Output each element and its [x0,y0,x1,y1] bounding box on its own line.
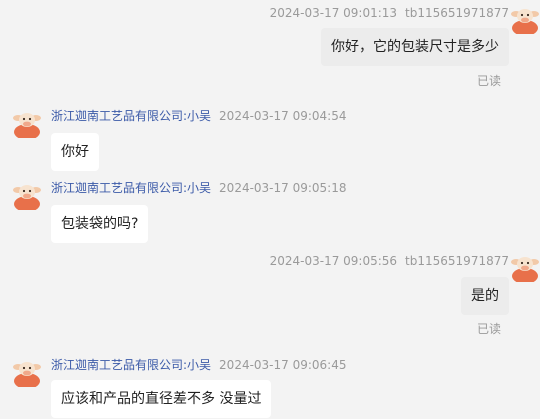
message-time: 2024-03-17 09:05:56 [269,254,398,268]
message-bubble[interactable]: 应该和产品的直径差不多 没量过 [51,380,272,418]
chat-window: 2024-03-17 09:01:13 tb115651971877 你好，它的包… [0,0,540,419]
message-sender: tb115651971877 [405,6,509,20]
message-meta: 浙江迦南工艺品有限公司:小吴 2024-03-17 09:05:18 [51,180,355,196]
message-meta: 2024-03-17 09:01:13 tb115651971877 [270,5,509,21]
message-time: 2024-03-17 09:06:45 [219,358,347,372]
message-meta: 2024-03-17 09:05:56 tb115651971877 [270,253,509,269]
message-time: 2024-03-17 09:04:54 [219,109,347,123]
read-status: 已读 [476,74,501,88]
cartoon-cow-avatar-icon[interactable] [510,252,540,282]
cartoon-cow-avatar-icon[interactable] [12,108,42,138]
cartoon-cow-avatar-icon[interactable] [12,180,42,210]
cartoon-cow-avatar-icon[interactable] [510,4,540,34]
cartoon-cow-avatar-icon[interactable] [12,357,42,387]
message-sender: 浙江迦南工艺品有限公司:小吴 [51,109,212,123]
message-sender: 浙江迦南工艺品有限公司:小吴 [51,181,212,195]
message-time: 2024-03-17 09:01:13 [269,6,398,20]
message-sender: tb115651971877 [405,254,509,268]
message-meta: 浙江迦南工艺品有限公司:小吴 2024-03-17 09:06:45 [51,357,355,373]
message-bubble[interactable]: 你好 [51,133,99,171]
message-meta: 浙江迦南工艺品有限公司:小吴 2024-03-17 09:04:54 [51,108,355,124]
message-bubble[interactable]: 你好，它的包装尺寸是多少 [321,28,509,66]
message-bubble[interactable]: 包装袋的吗? [51,205,149,243]
read-status: 已读 [476,322,501,336]
message-sender: 浙江迦南工艺品有限公司:小吴 [51,358,212,372]
message-time: 2024-03-17 09:05:18 [219,181,347,195]
message-bubble[interactable]: 是的 [461,277,509,315]
